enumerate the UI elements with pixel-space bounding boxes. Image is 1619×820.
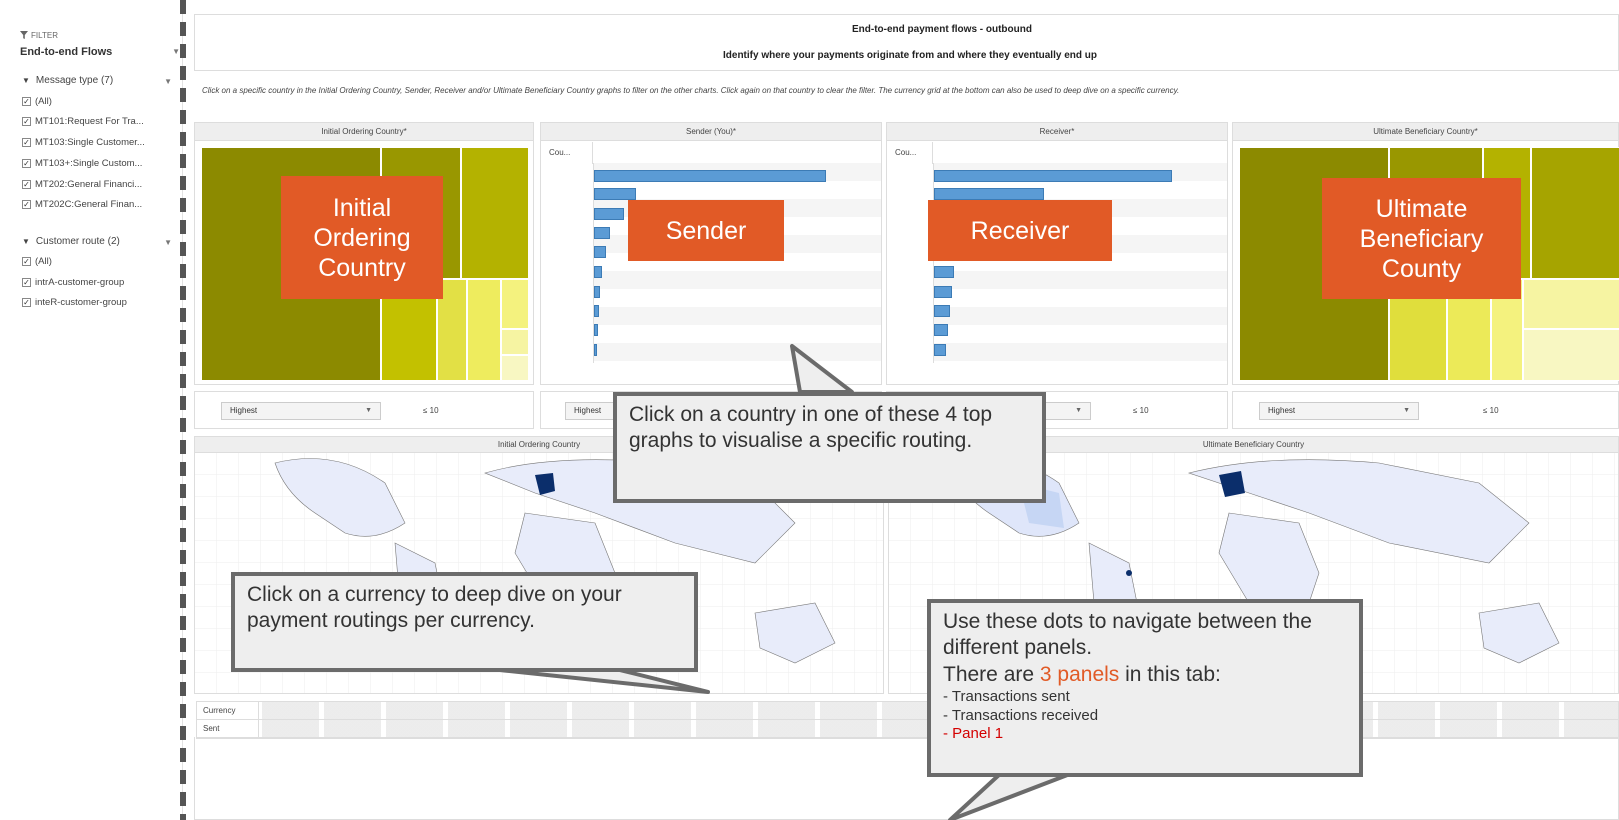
- list-item: Transactions sent: [943, 688, 1347, 707]
- list-item: Panel 1: [943, 725, 1347, 744]
- callout-panels-line: There are 3 panels in this tab:: [943, 662, 1347, 688]
- callout-text: Use these dots to navigate between the d…: [943, 610, 1312, 660]
- list-item: Transactions received: [943, 707, 1347, 726]
- navigation-callout: Use these dots to navigate between the d…: [927, 599, 1363, 777]
- currency-callout: Click on a currency to deep dive on your…: [231, 572, 698, 672]
- panel-list: Transactions sent Transactions received …: [943, 688, 1347, 744]
- callout-text: There are: [943, 662, 1040, 686]
- callout-text: Click on a country in one of these 4 top…: [629, 403, 993, 453]
- callout-text: Click on a currency to deep dive on your…: [247, 583, 622, 633]
- callout-text: in this tab:: [1119, 662, 1221, 686]
- country-callout: Click on a country in one of these 4 top…: [613, 392, 1046, 503]
- callout-highlight: 3 panels: [1039, 662, 1120, 686]
- dashboard-screen: FILTER End-to-end Flows ▼ ▼ Message type …: [0, 0, 1619, 820]
